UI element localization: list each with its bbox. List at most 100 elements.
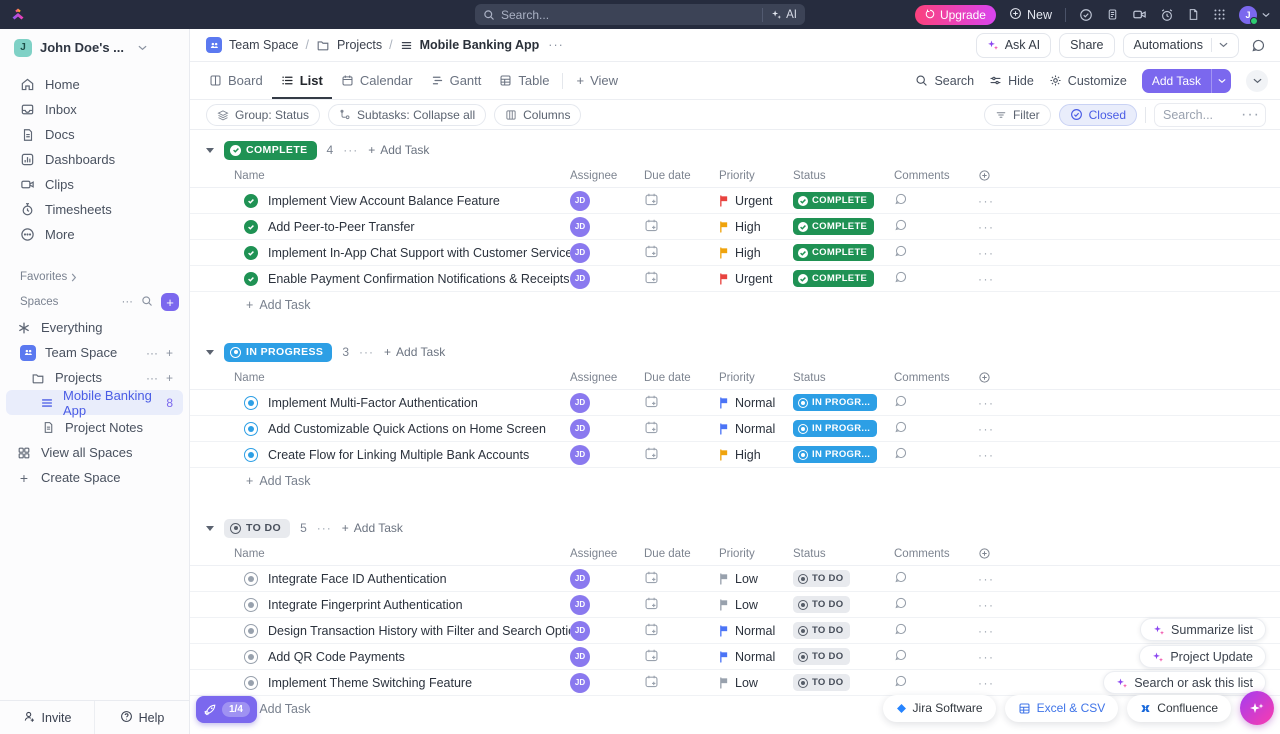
priority-cell[interactable]: High — [719, 220, 793, 234]
status-badge[interactable]: COMPLETE — [793, 192, 874, 209]
task-name[interactable]: Design Transaction History with Filter a… — [268, 624, 570, 638]
add-space-button[interactable]: + — [161, 293, 179, 311]
project-update-button[interactable]: Project Update — [1139, 645, 1266, 668]
status-badge[interactable]: COMPLETE — [793, 218, 874, 235]
columns-button[interactable]: Columns — [494, 104, 581, 126]
list-filter-search-input[interactable] — [1163, 108, 1233, 122]
sidebar-item-everything[interactable]: Everything — [6, 315, 183, 340]
column-status[interactable]: Status — [793, 548, 894, 560]
workspace-switcher[interactable]: J John Doe's ... — [0, 29, 189, 66]
team-space-add-icon[interactable]: + — [166, 346, 173, 360]
due-date-cell[interactable] — [644, 270, 719, 288]
column-name[interactable]: Name — [234, 372, 570, 384]
column-priority[interactable]: Priority — [719, 170, 793, 182]
priority-cell[interactable]: Low — [719, 572, 793, 586]
due-date-cell[interactable] — [644, 674, 719, 692]
assignee-avatar[interactable]: JD — [570, 419, 590, 439]
task-status-icon[interactable] — [244, 676, 258, 690]
assignee-cell[interactable]: JD — [570, 191, 644, 211]
chevron-down-icon[interactable] — [1211, 38, 1228, 52]
priority-cell[interactable]: Normal — [719, 396, 793, 410]
spaces-search-icon[interactable] — [141, 295, 153, 310]
task-name[interactable]: Implement View Account Balance Feature — [268, 194, 500, 208]
automations-button[interactable]: Automations — [1123, 33, 1239, 58]
clip-record-icon[interactable] — [1132, 7, 1147, 22]
tab-board[interactable]: Board — [200, 62, 272, 99]
add-column-icon[interactable] — [978, 371, 1008, 384]
priority-cell[interactable]: High — [719, 246, 793, 260]
task-row[interactable]: Create Flow for Linking Multiple Bank Ac… — [190, 442, 1280, 468]
task-name[interactable]: Implement In-App Chat Support with Custo… — [268, 246, 570, 260]
ai-assistant-fab[interactable] — [1240, 691, 1274, 725]
sidebar-item-mobile-banking-app[interactable]: Mobile Banking App 8 — [6, 390, 183, 415]
assignee-avatar[interactable]: JD — [570, 269, 590, 289]
task-status-icon[interactable] — [244, 220, 258, 234]
comments-cell[interactable] — [894, 622, 978, 639]
task-name-cell[interactable]: Add QR Code Payments — [244, 650, 570, 664]
row-menu-icon[interactable]: ··· — [978, 194, 1008, 208]
task-row[interactable]: Implement In-App Chat Support with Custo… — [190, 240, 1280, 266]
due-date-cell[interactable] — [644, 192, 719, 210]
subtasks-button[interactable]: Subtasks: Collapse all — [328, 104, 486, 126]
collapse-header-button[interactable] — [1246, 70, 1268, 92]
assignee-cell[interactable]: JD — [570, 419, 644, 439]
status-badge[interactable]: COMPLETE — [793, 270, 874, 287]
sidebar-item-more[interactable]: More — [0, 222, 189, 247]
comments-cell[interactable] — [894, 596, 978, 613]
reminder-clock-icon[interactable] — [1160, 8, 1174, 22]
assignee-cell[interactable]: JD — [570, 445, 644, 465]
status-badge[interactable]: IN PROGR... — [793, 394, 877, 411]
assignee-avatar[interactable]: JD — [570, 673, 590, 693]
status-badge[interactable]: IN PROGR... — [793, 446, 877, 463]
due-date-cell[interactable] — [644, 420, 719, 438]
task-name[interactable]: Add QR Code Payments — [268, 650, 405, 664]
sidebar-item-create-space[interactable]: + Create Space — [6, 465, 183, 490]
due-date-cell[interactable] — [644, 596, 719, 614]
task-name-cell[interactable]: Design Transaction History with Filter a… — [244, 624, 570, 638]
add-task-row[interactable]: +Add Task — [190, 292, 1280, 318]
status-cell[interactable]: IN PROGR... — [793, 394, 894, 412]
assignee-avatar[interactable]: JD — [570, 647, 590, 667]
group-add-task-button[interactable]: +Add Task — [368, 143, 429, 157]
projects-add-icon[interactable]: + — [166, 371, 173, 385]
status-cell[interactable]: COMPLETE — [793, 218, 894, 235]
status-cell[interactable]: COMPLETE — [793, 244, 894, 261]
ask-ai-button[interactable]: Ask AI — [976, 33, 1051, 58]
task-name-cell[interactable]: Create Flow for Linking Multiple Bank Ac… — [244, 448, 570, 462]
global-search[interactable]: AI — [475, 4, 805, 25]
collapse-caret-icon[interactable] — [206, 350, 214, 355]
due-date-cell[interactable] — [644, 394, 719, 412]
column-status[interactable]: Status — [793, 372, 894, 384]
breadcrumb-current-list[interactable]: Mobile Banking App — [420, 38, 540, 52]
breadcrumb-team-space[interactable]: Team Space — [229, 38, 298, 52]
row-menu-icon[interactable]: ··· — [978, 422, 1008, 436]
tab-table[interactable]: Table — [490, 62, 558, 99]
priority-cell[interactable]: High — [719, 448, 793, 462]
assignee-cell[interactable]: JD — [570, 647, 644, 667]
status-badge[interactable]: TO DO — [793, 596, 850, 613]
comments-cell[interactable] — [894, 218, 978, 235]
due-date-cell[interactable] — [644, 446, 719, 464]
projects-more-icon[interactable]: ··· — [146, 371, 158, 385]
task-name[interactable]: Integrate Fingerprint Authentication — [268, 598, 463, 612]
column-assignee[interactable]: Assignee — [570, 548, 644, 560]
sidebar-item-timesheets[interactable]: Timesheets — [0, 197, 189, 222]
invite-button[interactable]: Invite — [0, 701, 94, 734]
status-badge[interactable]: IN PROGR... — [793, 420, 877, 437]
group-status-badge[interactable]: TO DO — [224, 519, 290, 538]
priority-cell[interactable]: Urgent — [719, 272, 793, 286]
breadcrumb-more-icon[interactable]: ··· — [548, 38, 564, 52]
assignee-avatar[interactable]: JD — [570, 191, 590, 211]
task-name-cell[interactable]: Enable Payment Confirmation Notification… — [244, 272, 570, 286]
add-view-button[interactable]: + View — [567, 62, 627, 99]
task-status-icon[interactable] — [244, 422, 258, 436]
group-more-icon[interactable]: ··· — [343, 143, 358, 157]
task-row[interactable]: Integrate Fingerprint Authentication JD … — [190, 592, 1280, 618]
add-task-chevron[interactable] — [1211, 69, 1231, 93]
task-row[interactable]: Add Customizable Quick Actions on Home S… — [190, 416, 1280, 442]
group-add-task-button[interactable]: +Add Task — [384, 345, 445, 359]
add-task-row[interactable]: +Add Task — [190, 468, 1280, 494]
check-circle-icon[interactable] — [1079, 8, 1093, 22]
column-due-date[interactable]: Due date — [644, 170, 719, 182]
share-button[interactable]: Share — [1059, 33, 1114, 58]
